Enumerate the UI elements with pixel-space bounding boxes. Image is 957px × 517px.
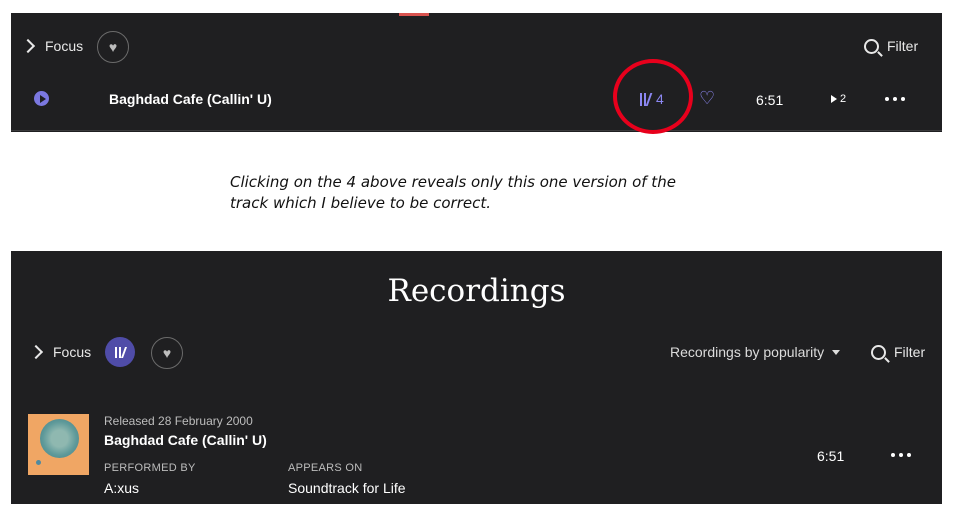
- chevron-right-icon: [20, 38, 36, 54]
- heart-outline-icon[interactable]: ♡: [699, 88, 715, 109]
- heart-icon: ♥: [162, 345, 172, 361]
- play-count-icon: [831, 95, 837, 103]
- performer-link[interactable]: A:xus: [104, 480, 139, 496]
- track-panel: Focus ♥ Filter Baghdad Cafe (Callin' U) …: [11, 13, 942, 132]
- annotation-line-2: track which I believe to be correct.: [230, 194, 492, 212]
- annotation-line-1: Clicking on the 4 above reveals only thi…: [230, 173, 676, 191]
- album-cover[interactable]: [28, 414, 89, 475]
- chevron-right-icon: [28, 344, 44, 360]
- track-row[interactable]: Baghdad Cafe (Callin' U) 4 ♡ 6:51 2: [11, 77, 942, 119]
- sort-label: Recordings by popularity: [670, 344, 825, 360]
- page-title: Recordings: [387, 273, 566, 309]
- divider: [11, 130, 942, 131]
- heart-icon: ♥: [108, 39, 118, 55]
- track-title[interactable]: Baghdad Cafe (Callin' U): [109, 91, 272, 107]
- favorite-filter-button[interactable]: ♥: [151, 337, 183, 369]
- favorite-filter-button[interactable]: ♥: [97, 31, 129, 63]
- focus-toggle[interactable]: Focus: [28, 344, 92, 360]
- recording-duration: 6:51: [817, 448, 845, 464]
- filter-label: Filter: [887, 38, 919, 54]
- focus-label: Focus: [53, 344, 92, 360]
- recordings-panel: Recordings Focus ♥ Recordings by popular…: [11, 251, 942, 504]
- performed-by-label: PERFORMED BY: [104, 462, 196, 474]
- play-icon[interactable]: [34, 91, 49, 106]
- caret-down-icon: [832, 349, 841, 355]
- search-icon: [864, 38, 879, 54]
- filter-button[interactable]: Filter: [871, 344, 925, 360]
- library-icon: [115, 346, 128, 358]
- focus-label: Focus: [45, 38, 84, 54]
- play-count-value: 2: [840, 93, 847, 105]
- recordings-view-button[interactable]: [105, 337, 135, 367]
- album-link[interactable]: Soundtrack for Life: [288, 480, 406, 496]
- focus-toggle[interactable]: Focus: [20, 38, 84, 54]
- recording-row[interactable]: Released 28 February 2000 Baghdad Cafe (…: [11, 406, 942, 502]
- filter-label: Filter: [894, 344, 926, 360]
- sort-dropdown[interactable]: Recordings by popularity: [670, 344, 841, 360]
- track-duration: 6:51: [756, 92, 784, 108]
- play-count: 2: [831, 93, 846, 105]
- more-options-button[interactable]: [891, 453, 911, 457]
- active-tab-indicator: [399, 13, 429, 16]
- appears-on-label: APPEARS ON: [288, 462, 363, 474]
- more-options-button[interactable]: [885, 97, 905, 101]
- annotation-text: Clicking on the 4 above reveals only thi…: [230, 172, 700, 214]
- release-date: Released 28 February 2000: [104, 414, 253, 428]
- filter-button[interactable]: Filter: [864, 38, 918, 54]
- annotation-circle: [613, 59, 693, 134]
- search-icon: [871, 344, 886, 360]
- recording-title[interactable]: Baghdad Cafe (Callin' U): [104, 432, 267, 448]
